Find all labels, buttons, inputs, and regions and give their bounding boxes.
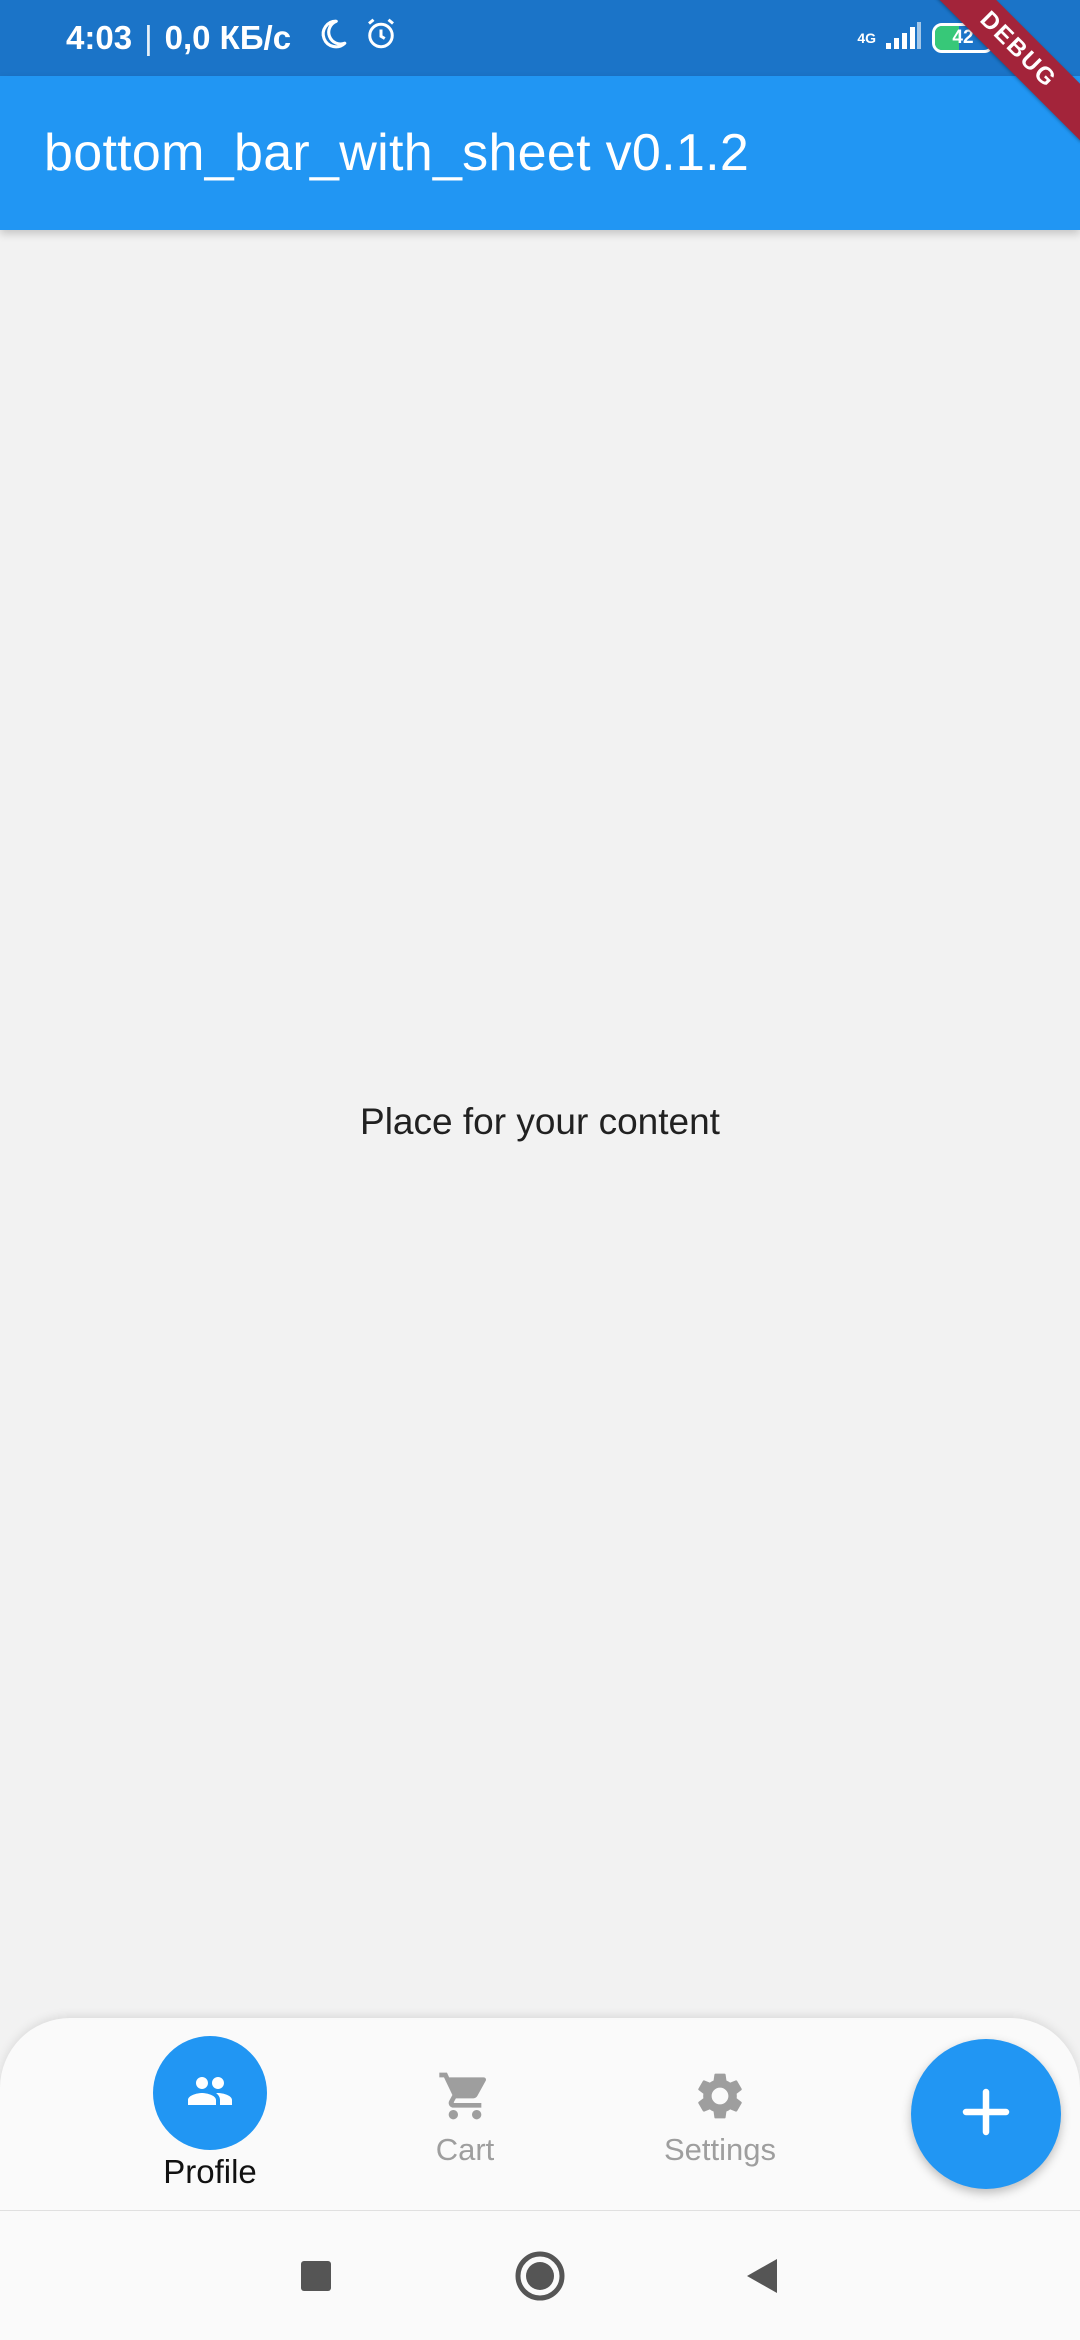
content-area: Place for your content xyxy=(0,230,1080,2020)
status-bar: 4:03 | 0,0 КБ/с 4G 42 xyxy=(0,0,1080,76)
network-label: 4G xyxy=(857,30,876,46)
recents-button[interactable] xyxy=(289,2251,343,2305)
bottom-nav-settings[interactable]: Settings xyxy=(640,2068,800,2168)
status-time: 4:03 xyxy=(66,19,133,56)
alarm-icon xyxy=(363,16,399,60)
status-separator: | xyxy=(144,19,153,56)
profile-active-indicator xyxy=(153,2036,267,2150)
screen: 4:03 | 0,0 КБ/с 4G 42 DEBUG bottom_bar_w… xyxy=(0,0,1080,2340)
system-nav-bar xyxy=(0,2210,1080,2340)
cart-label: Cart xyxy=(435,2132,495,2167)
settings-label: Settings xyxy=(663,2132,776,2167)
status-icons xyxy=(315,16,399,60)
gear-icon xyxy=(692,2068,748,2124)
profile-label: Profile xyxy=(163,2153,257,2190)
back-icon xyxy=(743,2256,781,2301)
back-button[interactable] xyxy=(735,2251,789,2305)
app-title: bottom_bar_with_sheet v0.1.2 xyxy=(44,124,750,182)
home-icon xyxy=(514,2250,566,2307)
signal-icon xyxy=(884,21,922,56)
people-icon xyxy=(186,2067,234,2120)
cart-icon xyxy=(437,2068,493,2124)
bottom-nav-profile[interactable]: Profile xyxy=(150,2018,270,2191)
content-placeholder-text: Place for your content xyxy=(360,1101,720,1142)
home-button[interactable] xyxy=(513,2251,567,2305)
recents-icon xyxy=(299,2259,333,2298)
plus-icon xyxy=(956,2082,1016,2147)
bottom-nav-cart[interactable]: Cart xyxy=(405,2068,525,2168)
add-fab-button[interactable] xyxy=(911,2039,1061,2189)
app-bar: bottom_bar_with_sheet v0.1.2 xyxy=(0,76,1080,230)
status-speed: 0,0 КБ/с xyxy=(164,19,292,56)
moon-icon xyxy=(315,17,349,59)
status-left: 4:03 | 0,0 КБ/с xyxy=(66,16,399,60)
